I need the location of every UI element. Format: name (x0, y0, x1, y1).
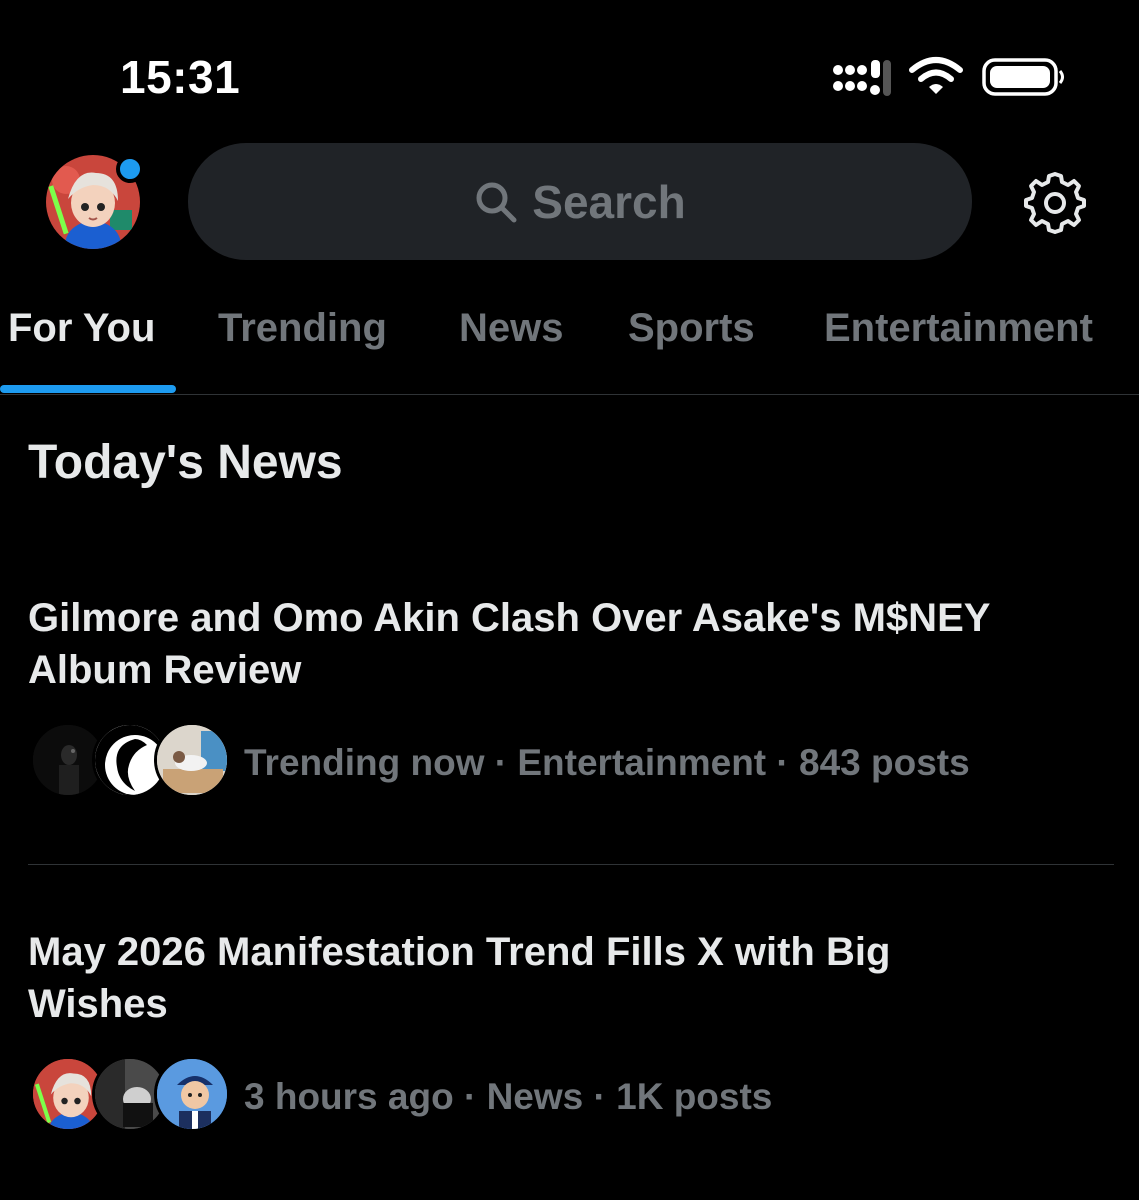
search-bar[interactable]: Search (188, 143, 972, 260)
gear-icon[interactable] (1022, 170, 1088, 236)
notification-dot (116, 155, 144, 183)
wifi-icon (909, 57, 963, 94)
news-headline[interactable]: May 2026 Manifestation Trend Fills X wit… (28, 926, 928, 1030)
tab-bar: For You Trending News Sports Entertainme… (0, 296, 1139, 395)
news-meta: Trending now · Entertainment · 843 posts (244, 742, 970, 783)
tab-trending[interactable]: Trending (218, 306, 387, 351)
couch-photo-avatar (154, 722, 230, 798)
tab-news[interactable]: News (459, 306, 564, 351)
news-item[interactable]: Gilmore and Omo Akin Clash Over Asake's … (0, 592, 1139, 862)
search-placeholder: Search (532, 175, 686, 228)
news-meta: 3 hours ago · News · 1K posts (244, 1076, 773, 1117)
tab-entertainment[interactable]: Entertainment (824, 306, 1093, 351)
news-item[interactable]: May 2026 Manifestation Trend Fills X wit… (0, 926, 1139, 1196)
search-icon (476, 182, 517, 222)
tab-sports[interactable]: Sports (628, 306, 755, 351)
avatar-stack (30, 722, 230, 802)
news-headline[interactable]: Gilmore and Omo Akin Clash Over Asake's … (28, 592, 1108, 696)
signal-icon (833, 60, 891, 96)
cartoon-blue-avatar (154, 1056, 230, 1132)
section-title: Today's News (28, 436, 343, 489)
battery-icon (982, 58, 1064, 96)
status-time: 15:31 (120, 51, 241, 103)
tab-for-you[interactable]: For You (8, 306, 155, 351)
active-tab-indicator (0, 385, 176, 393)
divider (28, 864, 1114, 865)
avatar-stack (30, 1056, 230, 1136)
